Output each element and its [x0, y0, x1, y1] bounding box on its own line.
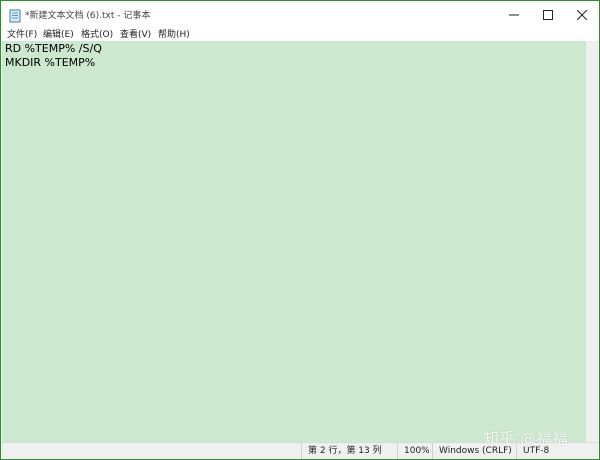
menu-help[interactable]: 帮助(H)	[158, 27, 190, 40]
editor-line[interactable]: RD %TEMP% /S/Q	[2, 42, 586, 56]
minimize-icon	[509, 10, 519, 20]
menu-format[interactable]: 格式(O)	[81, 27, 113, 40]
zoom-level: 100%	[397, 443, 432, 459]
notepad-icon	[9, 8, 21, 23]
menu-view[interactable]: 查看(V)	[120, 27, 151, 40]
watermark-text: 知乎 @福福	[483, 429, 569, 448]
notepad-window: *新建文本文档 (6).txt - 记事本 文件(F) 编辑(E) 格式(O) …	[0, 0, 600, 460]
editor-line[interactable]: MKDIR %TEMP%	[2, 56, 586, 70]
window-title: *新建文本文档 (6).txt - 记事本	[25, 11, 151, 21]
menu-edit[interactable]: 编辑(E)	[43, 27, 74, 40]
close-icon	[577, 10, 587, 20]
vertical-scrollbar[interactable]	[586, 41, 599, 442]
menu-file[interactable]: 文件(F)	[7, 27, 37, 40]
cursor-position: 第 2 行，第 13 列	[301, 443, 397, 459]
text-editor[interactable]: RD %TEMP% /S/Q MKDIR %TEMP%	[2, 41, 586, 442]
menu-bar: 文件(F) 编辑(E) 格式(O) 查看(V) 帮助(H)	[1, 25, 599, 41]
maximize-icon	[543, 10, 553, 20]
